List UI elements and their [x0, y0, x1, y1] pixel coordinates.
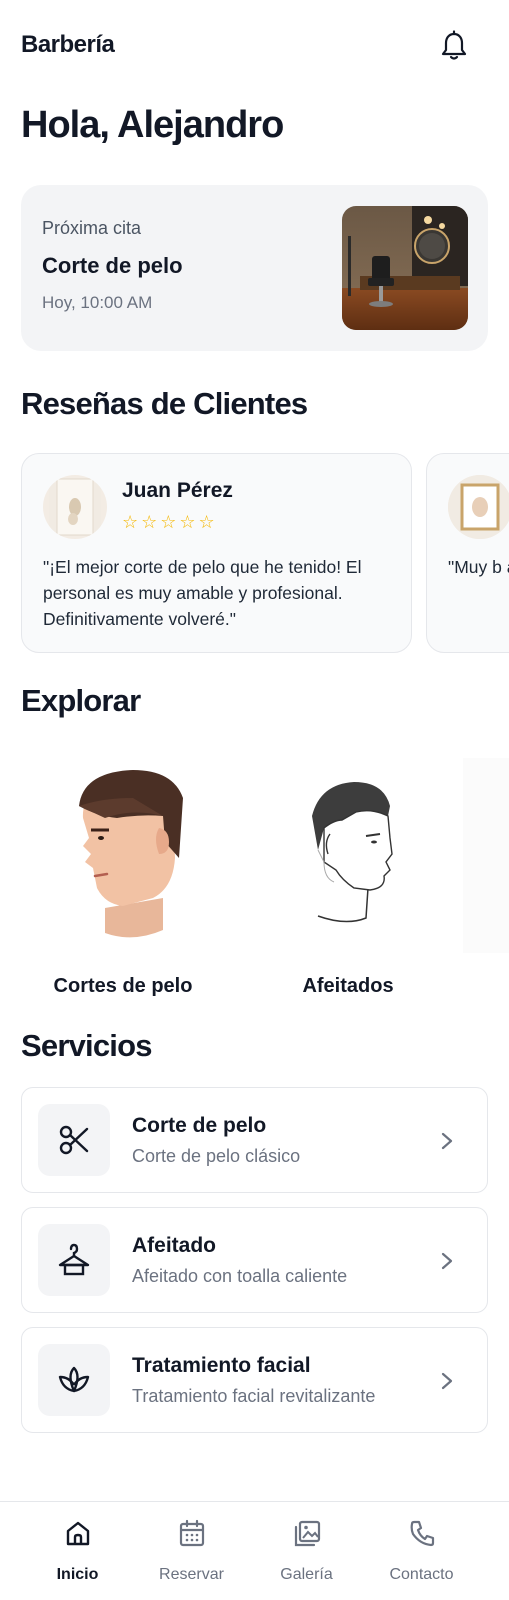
service-title: Corte de pelo — [132, 1114, 267, 1137]
reviews-carousel[interactable]: Juan Pérez ☆☆☆☆☆ "¡El mejor corte de pel… — [0, 453, 509, 655]
review-card: Juan Pérez ☆☆☆☆☆ "¡El mejor corte de pel… — [21, 453, 412, 653]
calendar-icon — [179, 1519, 204, 1547]
nav-item-book[interactable]: Reservar — [128, 1502, 255, 1600]
reviews-section-title: Reseñas de Clientes — [21, 386, 308, 421]
explore-item-haircuts[interactable]: Cortes de pelo — [13, 758, 233, 998]
services-section-title: Servicios — [21, 1028, 152, 1063]
scissors-icon — [38, 1104, 110, 1176]
review-text: "¡El mejor corte de pelo que he tenido! … — [43, 557, 362, 629]
review-text: "Muy b agrada recom — [448, 557, 509, 577]
service-card-haircut[interactable]: Corte de pelo Corte de pelo clásico — [21, 1087, 488, 1193]
star-rating: ☆☆☆☆☆ — [122, 512, 218, 532]
top-app-bar: Barbería — [0, 0, 509, 92]
bell-icon[interactable] — [440, 30, 468, 62]
explore-item-partial[interactable] — [463, 758, 509, 998]
lotus-icon — [38, 1344, 110, 1416]
explore-item-shaves[interactable]: Afeitados — [238, 758, 458, 998]
service-description: Afeitado con toalla caliente — [132, 1266, 348, 1286]
gallery-icon — [294, 1520, 320, 1547]
explore-partial-illustration — [463, 758, 509, 953]
appointment-service: Corte de pelo — [42, 253, 183, 278]
nav-label: Contacto — [389, 1566, 454, 1583]
home-icon — [66, 1521, 89, 1546]
nav-label: Reservar — [159, 1566, 224, 1583]
barbershop-photo — [342, 206, 468, 330]
next-appointment-card[interactable]: Próxima cita Corte de pelo Hoy, 10:00 AM — [21, 185, 488, 351]
review-card: "Muy b agrada recom — [426, 453, 509, 653]
explore-label: Cortes de pelo — [53, 975, 193, 997]
chevron-right-icon — [441, 1252, 453, 1270]
reviewer-avatar — [448, 475, 509, 539]
service-card-facial[interactable]: Tratamiento facial Tratamiento facial re… — [21, 1327, 488, 1433]
service-card-shave[interactable]: Afeitado Afeitado con toalla caliente — [21, 1207, 488, 1313]
app-title: Barbería — [21, 31, 115, 58]
greeting-heading: Hola, Alejandro — [21, 104, 284, 146]
bottom-navigation: Inicio Reservar Galería Contacto — [0, 1501, 509, 1600]
explore-label: Afeitados — [302, 975, 394, 997]
nav-item-home[interactable]: Inicio — [14, 1502, 141, 1600]
nav-label: Inicio — [56, 1566, 99, 1583]
service-description: Corte de pelo clásico — [132, 1146, 301, 1166]
explore-carousel[interactable]: Cortes de pelo Afeitados — [0, 758, 509, 1008]
reviewer-avatar — [43, 475, 107, 539]
service-title: Tratamiento facial — [132, 1354, 311, 1377]
phone-icon — [410, 1520, 434, 1547]
haircut-illustration — [13, 758, 233, 953]
hanger-icon — [38, 1224, 110, 1296]
chevron-right-icon — [441, 1132, 453, 1150]
chevron-right-icon — [441, 1372, 453, 1390]
appointment-time: Hoy, 10:00 AM — [42, 293, 153, 312]
nav-item-gallery[interactable]: Galería — [243, 1502, 370, 1600]
shave-illustration — [238, 758, 458, 953]
appointment-label: Próxima cita — [42, 218, 142, 238]
nav-label: Galería — [280, 1566, 333, 1583]
nav-item-contact[interactable]: Contacto — [358, 1502, 485, 1600]
explore-section-title: Explorar — [21, 683, 141, 718]
service-description: Tratamiento facial revitalizante — [132, 1386, 376, 1406]
service-title: Afeitado — [132, 1234, 216, 1257]
reviewer-name: Juan Pérez — [122, 479, 233, 502]
